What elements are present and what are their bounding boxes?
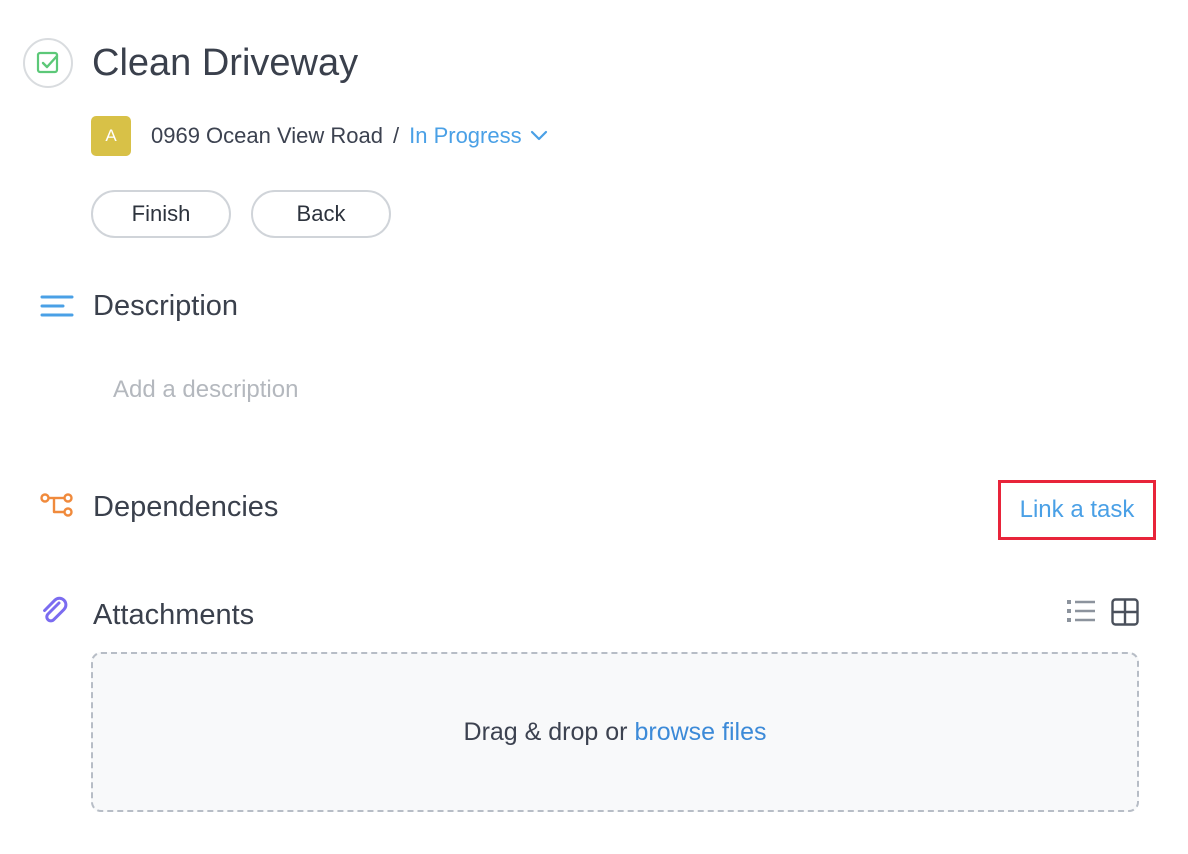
location-link[interactable]: 0969 Ocean View Road <box>151 121 383 151</box>
list-view-icon[interactable] <box>1066 598 1096 624</box>
grid-view-icon[interactable] <box>1111 598 1139 626</box>
task-title: Clean Driveway <box>92 42 359 84</box>
dependencies-heading: Dependencies <box>93 491 279 523</box>
attachment-dropzone[interactable]: Drag & drop or browse files <box>91 652 1139 812</box>
link-task-highlight: Link a task <box>998 480 1156 540</box>
status-dropdown[interactable]: In Progress <box>409 121 548 151</box>
description-input[interactable]: Add a description <box>113 374 298 406</box>
paperclip-icon <box>38 595 72 629</box>
chevron-down-icon <box>530 130 547 141</box>
link-task-button[interactable]: Link a task <box>1020 496 1135 524</box>
dependency-tree-icon <box>38 490 76 520</box>
attachments-heading: Attachments <box>93 599 255 631</box>
checkbox-check-icon <box>36 51 59 74</box>
description-heading: Description <box>93 290 239 322</box>
task-complete-toggle[interactable] <box>23 38 73 88</box>
dropzone-text: Drag & drop or <box>463 717 628 746</box>
avatar[interactable]: A <box>91 116 131 156</box>
status-label: In Progress <box>409 123 522 148</box>
browse-files-link[interactable]: browse files <box>634 718 766 747</box>
align-left-icon <box>38 291 76 321</box>
breadcrumb: 0969 Ocean View Road / In Progress <box>151 121 548 151</box>
finish-button[interactable]: Finish <box>91 190 231 238</box>
breadcrumb-separator: / <box>392 123 400 148</box>
back-button[interactable]: Back <box>251 190 391 238</box>
